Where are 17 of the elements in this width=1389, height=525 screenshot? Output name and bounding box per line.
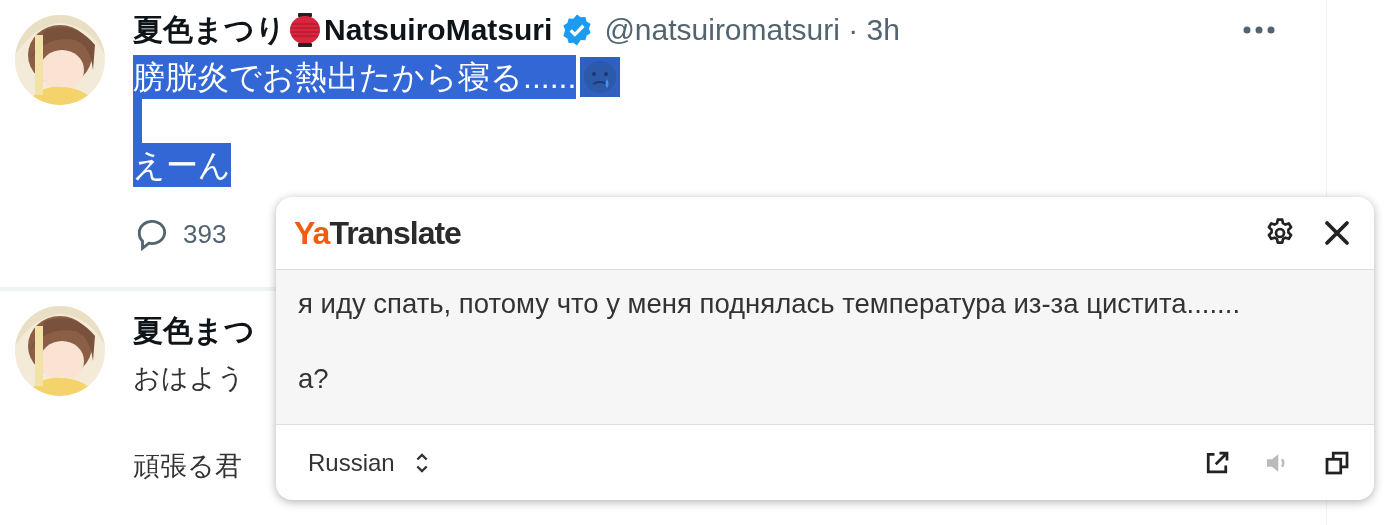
author-name[interactable]: NatsuiroMatsuri — [324, 13, 553, 47]
post-handle[interactable]: @natsuiromatsuri · 3h — [604, 13, 900, 47]
translation-text: я иду спать, потому что у меня поднялась температура из-за цистита....... — [298, 288, 1242, 320]
post-text: えーん — [133, 143, 231, 187]
lantern-icon — [290, 13, 320, 47]
post-text: 頑張る君 — [133, 450, 242, 483]
reply-count: 393 — [183, 218, 227, 250]
post-text: おはよう — [133, 362, 245, 395]
more-icon[interactable] — [1242, 25, 1276, 35]
post-text: 膀胱炎でお熱出たから寝る...... — [133, 55, 577, 99]
crying-face-icon — [580, 57, 621, 97]
brand-logo: YaTranslate — [294, 214, 461, 252]
language-select[interactable]: Russian — [296, 442, 441, 483]
author-name[interactable]: 夏色まつ — [133, 310, 255, 352]
author-name[interactable]: 夏色まつり — [133, 9, 286, 51]
translation-text: а? — [298, 363, 330, 395]
close-icon[interactable] — [1322, 218, 1352, 248]
